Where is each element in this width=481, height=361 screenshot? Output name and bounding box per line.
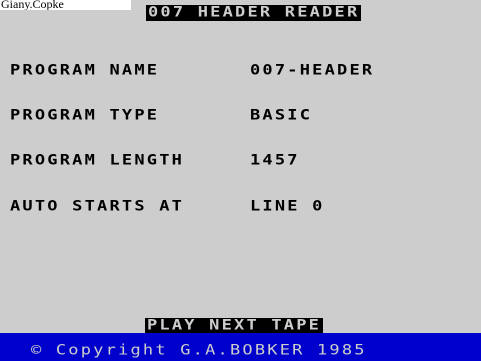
field-value: 1457 bbox=[250, 152, 300, 169]
window-caption: Giany.Copke bbox=[0, 0, 131, 10]
play-next-tape-prompt: PLAY NEXT TAPE bbox=[145, 317, 324, 334]
footer-band: © Copyright G.A.BOBKER 1985 bbox=[0, 333, 481, 361]
copyright-notice: © Copyright G.A.BOBKER 1985 bbox=[31, 342, 367, 359]
field-label: PROGRAM LENGTH bbox=[10, 152, 185, 169]
spectrum-screen: Giany.Copke 007 HEADER READER PROGRAM NA… bbox=[0, 0, 481, 361]
prompt-text: PLAY NEXT TAPE bbox=[147, 317, 322, 334]
field-value: LINE 0 bbox=[250, 198, 325, 215]
field-label: PROGRAM NAME bbox=[10, 62, 160, 79]
field-value: 007-HEADER bbox=[250, 62, 375, 79]
field-value: BASIC bbox=[250, 107, 313, 124]
field-label: AUTO STARTS AT bbox=[10, 198, 185, 215]
field-label: PROGRAM TYPE bbox=[10, 107, 160, 124]
page-title: 007 HEADER READER bbox=[146, 4, 362, 21]
page-title-text: 007 HEADER READER bbox=[148, 4, 360, 21]
